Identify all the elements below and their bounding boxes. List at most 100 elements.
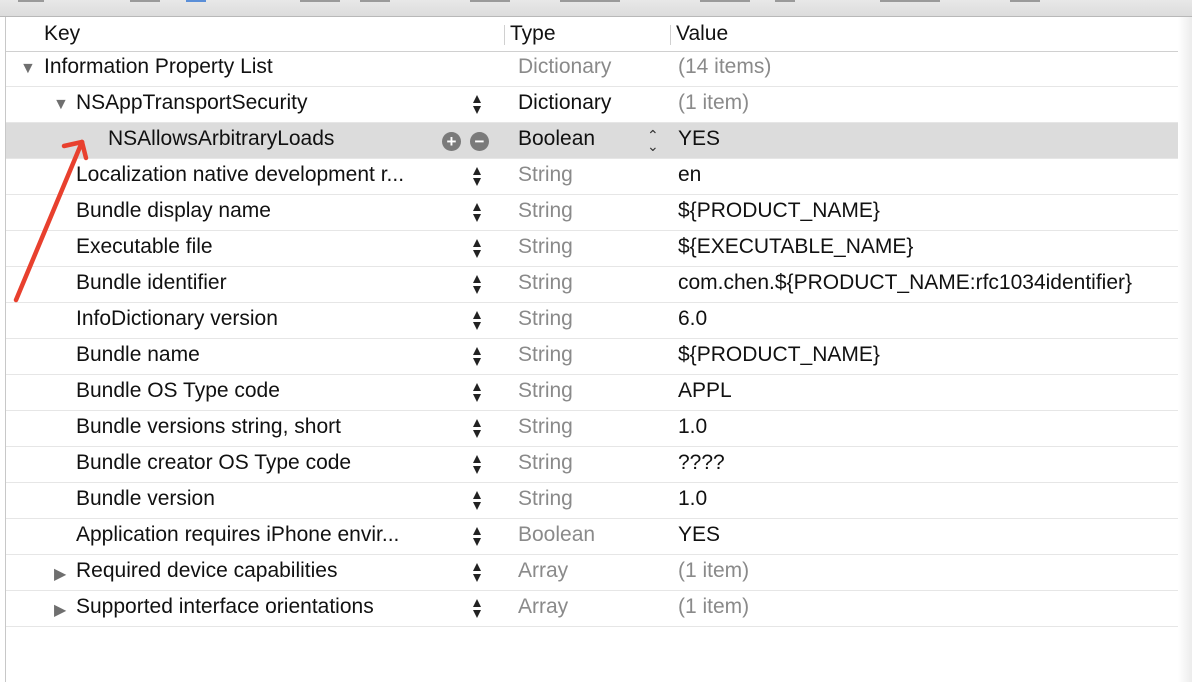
- disclosure-collapsed-icon[interactable]: ▶: [54, 600, 66, 620]
- column-divider[interactable]: [504, 25, 505, 45]
- stepper-icon[interactable]: [473, 93, 483, 117]
- row-value[interactable]: YES: [678, 127, 720, 151]
- stepper-icon[interactable]: [473, 561, 483, 585]
- row-value: (1 item): [678, 595, 750, 618]
- toolbar-breadcrumb[interactable]: [300, 0, 340, 8]
- plist-row[interactable]: Bundle creator OS Type code String ????: [6, 447, 1178, 483]
- toolbar-file-icon[interactable]: [775, 0, 795, 8]
- row-key[interactable]: Required device capabilities: [76, 559, 338, 583]
- remove-icon[interactable]: −: [470, 132, 489, 151]
- disclosure-expanded-icon[interactable]: ▼: [20, 60, 36, 78]
- row-value[interactable]: 1.0: [678, 415, 707, 439]
- toolbar-breadcrumb-item[interactable]: [470, 0, 510, 8]
- row-type[interactable]: Boolean: [518, 523, 595, 547]
- toolbar-breadcrumb-item[interactable]: [880, 0, 940, 8]
- plist-row[interactable]: Bundle name String ${PRODUCT_NAME}: [6, 339, 1178, 375]
- row-value[interactable]: ${PRODUCT_NAME}: [678, 199, 880, 223]
- stepper-icon[interactable]: [473, 525, 483, 549]
- plist-row[interactable]: Bundle versions string, short String 1.0: [6, 411, 1178, 447]
- row-key[interactable]: InfoDictionary version: [76, 307, 278, 331]
- row-type[interactable]: String: [518, 487, 573, 511]
- type-popup-chevron-icon[interactable]: ⌃ ⌄: [647, 128, 659, 153]
- row-key[interactable]: Bundle versions string, short: [76, 415, 341, 439]
- stepper-icon[interactable]: [473, 273, 483, 297]
- row-value[interactable]: YES: [678, 523, 720, 547]
- row-type[interactable]: String: [518, 343, 573, 367]
- row-type[interactable]: String: [518, 415, 573, 439]
- toolbar-breadcrumb-item[interactable]: [560, 0, 620, 8]
- plist-row[interactable]: InfoDictionary version String 6.0: [6, 303, 1178, 339]
- toolbar: [0, 0, 1192, 17]
- plist-row[interactable]: ▼ NSAppTransportSecurity Dictionary (1 i…: [6, 87, 1178, 123]
- stepper-icon[interactable]: [473, 417, 483, 441]
- stepper-icon[interactable]: [473, 309, 483, 333]
- column-divider[interactable]: [670, 25, 671, 45]
- plist-row-selected[interactable]: NSAllowsArbitraryLoads + − Boolean ⌃ ⌄ YE…: [6, 123, 1178, 159]
- row-type[interactable]: String: [518, 271, 573, 295]
- row-value[interactable]: ????: [678, 451, 725, 475]
- stepper-icon[interactable]: [473, 237, 483, 261]
- plist-row[interactable]: ▶ Supported interface orientations Array…: [6, 591, 1178, 627]
- row-type[interactable]: String: [518, 379, 573, 403]
- row-type[interactable]: Boolean: [518, 127, 595, 151]
- row-value[interactable]: en: [678, 163, 701, 187]
- plist-row[interactable]: Executable file String ${EXECUTABLE_NAME…: [6, 231, 1178, 267]
- stepper-icon[interactable]: [473, 381, 483, 405]
- stepper-icon[interactable]: [473, 165, 483, 189]
- row-key[interactable]: Bundle creator OS Type code: [76, 451, 351, 475]
- row-type[interactable]: Array: [518, 595, 568, 619]
- scroll-edge: [1178, 17, 1192, 682]
- plist-row[interactable]: Bundle display name String ${PRODUCT_NAM…: [6, 195, 1178, 231]
- column-header-value[interactable]: Value: [676, 22, 728, 46]
- toolbar-breadcrumb-item[interactable]: [360, 0, 390, 8]
- row-type[interactable]: String: [518, 235, 573, 259]
- disclosure-collapsed-icon[interactable]: ▶: [54, 564, 66, 584]
- row-type[interactable]: Array: [518, 559, 568, 583]
- row-key[interactable]: Bundle version: [76, 487, 215, 511]
- row-key[interactable]: Application requires iPhone envir...: [76, 523, 399, 547]
- row-key[interactable]: Bundle identifier: [76, 271, 227, 295]
- plist-row[interactable]: Bundle OS Type code String APPL: [6, 375, 1178, 411]
- row-value[interactable]: 1.0: [678, 487, 707, 511]
- plist-row[interactable]: Bundle version String 1.0: [6, 483, 1178, 519]
- row-key[interactable]: NSAppTransportSecurity: [76, 91, 307, 115]
- row-type[interactable]: String: [518, 199, 573, 223]
- stepper-icon[interactable]: [473, 489, 483, 513]
- toolbar-nav-icon[interactable]: [130, 0, 160, 8]
- toolbar-grid-icon[interactable]: [18, 0, 44, 8]
- plist-row[interactable]: Application requires iPhone envir... Boo…: [6, 519, 1178, 555]
- row-type[interactable]: String: [518, 307, 573, 331]
- row-key[interactable]: NSAllowsArbitraryLoads: [108, 127, 334, 151]
- plist-row-root[interactable]: ▼ Information Property List Dictionary (…: [6, 51, 1178, 87]
- column-header-type[interactable]: Type: [510, 22, 556, 46]
- stepper-icon[interactable]: [473, 201, 483, 225]
- row-type: Dictionary: [518, 55, 612, 78]
- row-value[interactable]: 6.0: [678, 307, 707, 331]
- plist-row[interactable]: Localization native development r... Str…: [6, 159, 1178, 195]
- plist-row[interactable]: Bundle identifier String com.chen.${PROD…: [6, 267, 1178, 303]
- row-key[interactable]: Bundle display name: [76, 199, 271, 223]
- disclosure-expanded-icon[interactable]: ▼: [53, 96, 69, 114]
- row-type[interactable]: Dictionary: [518, 91, 611, 115]
- row-type[interactable]: String: [518, 163, 573, 187]
- toolbar-breadcrumb-item[interactable]: [700, 0, 750, 8]
- stepper-icon[interactable]: [473, 345, 483, 369]
- row-key[interactable]: Supported interface orientations: [76, 595, 374, 619]
- stepper-icon[interactable]: [473, 597, 483, 621]
- row-key[interactable]: Bundle OS Type code: [76, 379, 280, 403]
- column-header-key[interactable]: Key: [44, 22, 80, 46]
- row-value: (14 items): [678, 55, 772, 78]
- add-icon[interactable]: +: [442, 132, 461, 151]
- row-value[interactable]: APPL: [678, 379, 732, 403]
- row-value[interactable]: ${EXECUTABLE_NAME}: [678, 235, 913, 259]
- row-key[interactable]: Localization native development r...: [76, 163, 404, 187]
- row-value[interactable]: com.chen.${PRODUCT_NAME:rfc1034identifie…: [678, 271, 1132, 295]
- row-key[interactable]: Executable file: [76, 235, 213, 259]
- row-type[interactable]: String: [518, 451, 573, 475]
- plist-row[interactable]: ▶ Required device capabilities Array (1 …: [6, 555, 1178, 591]
- row-value[interactable]: ${PRODUCT_NAME}: [678, 343, 880, 367]
- toolbar-breadcrumb-item[interactable]: [1010, 0, 1040, 8]
- stepper-icon[interactable]: [473, 453, 483, 477]
- toolbar-file-icon[interactable]: [186, 0, 206, 8]
- row-key[interactable]: Bundle name: [76, 343, 200, 367]
